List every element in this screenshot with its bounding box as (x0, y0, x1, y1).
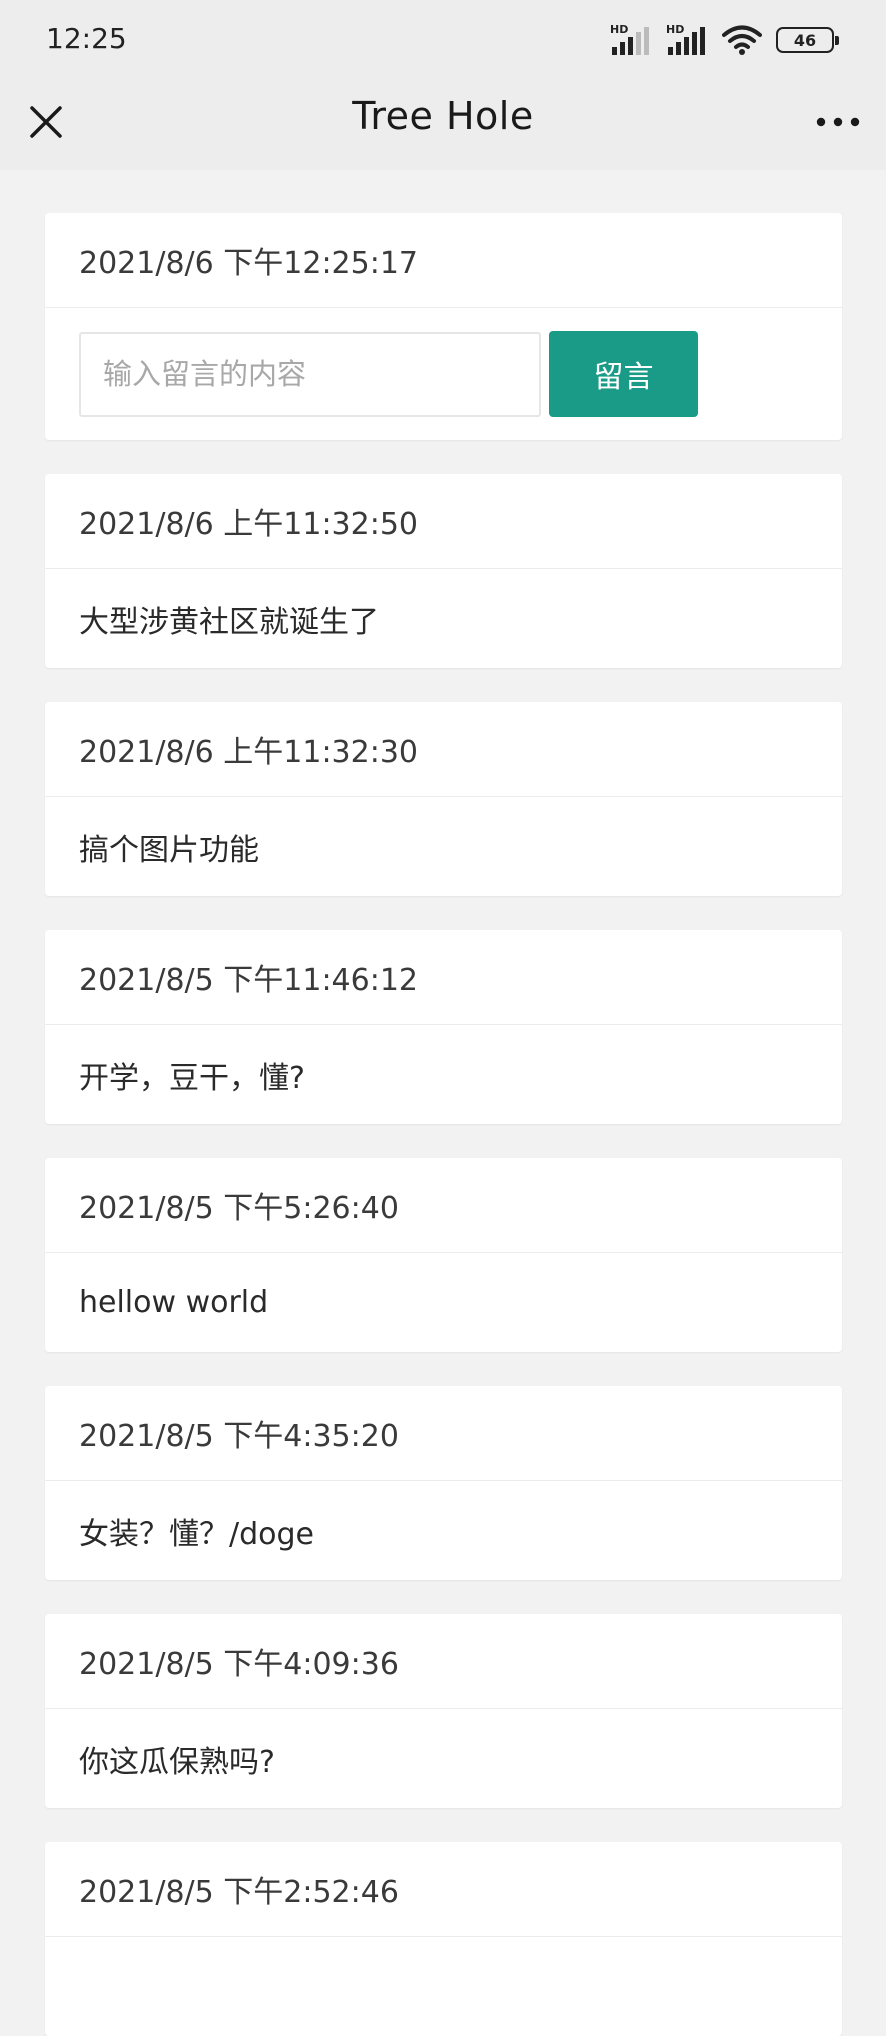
message-input[interactable] (79, 331, 541, 417)
submit-message-button[interactable]: 留言 (549, 331, 698, 417)
message-card: 2021/8/5 下午5:26:40 hellow world (45, 1158, 842, 1352)
message-timestamp: 2021/8/5 下午2:52:46 (45, 1842, 842, 1937)
compose-timestamp: 2021/8/6 下午12:25:17 (45, 213, 842, 308)
message-text: 女装？懂？/doge (79, 1516, 315, 1552)
message-text (45, 1937, 842, 2036)
compose-row: 留言 (45, 308, 842, 440)
message-text: hellow world (79, 1285, 269, 1320)
message-timestamp: 2021/8/5 下午5:26:40 (45, 1158, 842, 1253)
signal-icon: HD (610, 23, 652, 57)
nav-bar: Tree Hole (0, 78, 886, 170)
message-text: 开学，豆干，懂? (79, 1060, 305, 1096)
message-card: 2021/8/5 下午2:52:46 (45, 1842, 842, 2036)
battery-level: 46 (793, 30, 817, 50)
status-bar: 12:25 HD HD 46 (0, 0, 886, 78)
message-card: 2021/8/6 上午11:32:30 搞个图片功能 (45, 702, 842, 896)
compose-card: 2021/8/6 下午12:25:17 留言 (45, 213, 842, 440)
message-timestamp: 2021/8/6 上午11:32:50 (45, 474, 842, 569)
message-timestamp: 2021/8/5 下午4:09:36 (45, 1614, 842, 1709)
message-text: 你这瓜保熟吗? (79, 1744, 275, 1780)
more-icon[interactable] (808, 100, 868, 144)
message-card: 2021/8/6 上午11:32:50 大型涉黄社区就诞生了 (45, 474, 842, 668)
message-timestamp: 2021/8/6 上午11:32:30 (45, 702, 842, 797)
status-time: 12:25 (46, 22, 127, 55)
message-card: 2021/8/5 下午4:35:20 女装？懂？/doge (45, 1386, 842, 1580)
message-text: 大型涉黄社区就诞生了 (79, 604, 379, 640)
message-card: 2021/8/5 下午4:09:36 你这瓜保熟吗? (45, 1614, 842, 1808)
message-timestamp: 2021/8/5 下午4:35:20 (45, 1386, 842, 1481)
message-text: 搞个图片功能 (79, 832, 259, 868)
battery-icon: 46 (776, 27, 839, 53)
message-card: 2021/8/5 下午11:46:12 开学，豆干，懂? (45, 930, 842, 1124)
message-timestamp: 2021/8/5 下午11:46:12 (45, 930, 842, 1025)
wifi-icon (722, 24, 762, 56)
signal-icon: HD (666, 23, 708, 57)
status-icons: HD HD 46 (610, 20, 839, 60)
page-title: Tree Hole (352, 94, 534, 138)
message-list: 2021/8/6 下午12:25:17 留言 2021/8/6 上午11:32:… (45, 213, 842, 2036)
